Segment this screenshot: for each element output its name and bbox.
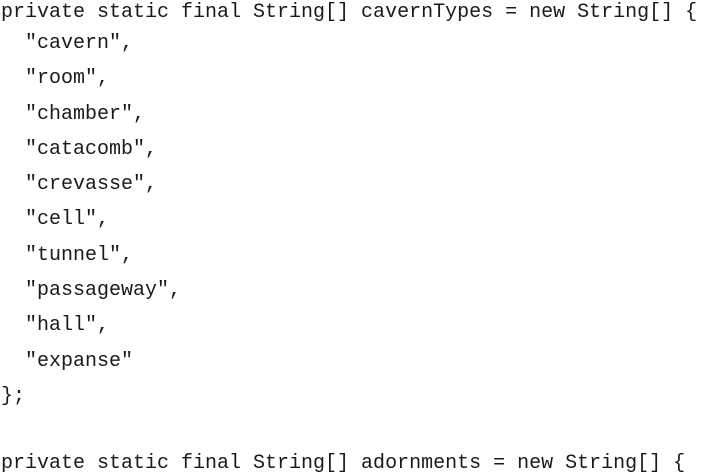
code-line-passageway: "passageway", — [25, 279, 182, 302]
code-line-declaration-cavern-types: private static final String[] cavernType… — [1, 1, 698, 24]
code-line-crevasse: "crevasse", — [25, 173, 158, 196]
code-line-tunnel: "tunnel", — [25, 244, 134, 267]
code-line-hall: "hall", — [25, 314, 110, 337]
code-line-declaration-adornments: private static final String[] adornments… — [1, 452, 686, 475]
code-listing: private static final String[] cavernType… — [0, 0, 709, 475]
code-line-closing-brace: }; — [1, 385, 26, 408]
code-line-chamber: "chamber", — [25, 103, 146, 126]
code-line-expanse: "expanse" — [25, 350, 134, 373]
code-line-room: "room", — [25, 67, 110, 90]
code-line-catacomb: "catacomb", — [25, 138, 158, 161]
code-line-cell: "cell", — [25, 208, 110, 231]
code-line-cavern: "cavern", — [25, 32, 134, 55]
